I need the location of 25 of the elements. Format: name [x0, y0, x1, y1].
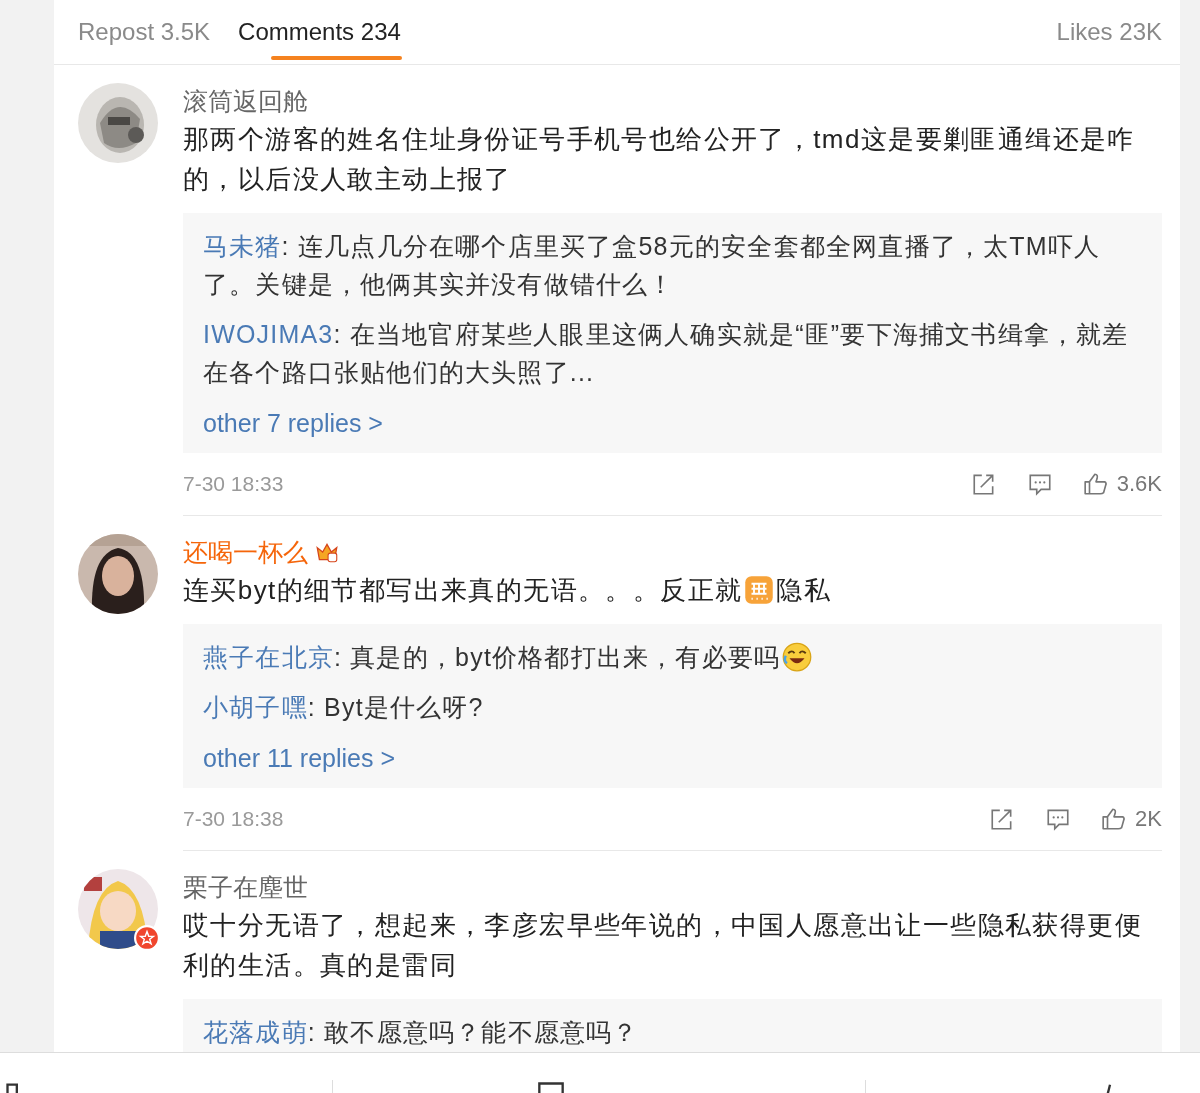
- reply-text: 马未猪: 连几点几分在哪个店里买了盒58元的安全套都全网直播了，太TM吓人了。关键是，他俩其实并没有做错什么！: [203, 232, 1101, 298]
- comment-text: 隐私: [776, 575, 832, 605]
- user-name[interactable]: 还喝一杯么: [183, 535, 308, 569]
- more-replies-link[interactable]: other 11 replies >: [203, 738, 396, 778]
- more-replies-link[interactable]: other 7 replies >: [203, 403, 383, 443]
- comment-text: 连买byt的细节都写出来真的无语。。。反正就: [183, 575, 743, 605]
- comment-text: 哎十分无语了，想起来，李彦宏早些年说的，中国人愿意出让一些隐私获得更便利的生活。真的是雷同: [183, 910, 1142, 980]
- thumbs-up-icon: [1101, 806, 1128, 832]
- comment-text: 那两个游客的姓名住址身份证号手机号也给公开了，tmd这是要剿匪通缉还是咋的，以后没人敢主动上报了: [183, 124, 1135, 194]
- timestamp: 7-30 18:38: [183, 807, 284, 831]
- like-button[interactable]: 2K: [1101, 806, 1162, 832]
- reply-text: 花落成萌: 敢不愿意吗？能不愿意吗？: [203, 1018, 639, 1046]
- square-emoji-icon: [744, 575, 775, 605]
- tab[interactable]: Likes 23K: [1056, 0, 1162, 64]
- user-name[interactable]: 滚筒返回舱: [183, 84, 308, 118]
- reply-text: IWOJIMA3: 在当地官府某些人眼里这俩人确实就是“匪”要下海捕文书缉拿，就差在各个路口张贴他们的大头照了...: [203, 320, 1129, 386]
- thumbs-up-icon: [1082, 471, 1109, 497]
- user-name[interactable]: 栗子在塵世: [183, 870, 308, 904]
- reply-text: 燕子在北京: 真是的，byt价格都打出来，有必要吗: [203, 643, 781, 671]
- like-button[interactable]: 3.6K: [1082, 471, 1162, 497]
- timestamp: 7-30 18:33: [183, 472, 284, 496]
- tab[interactable]: Repost 3.5K: [78, 0, 211, 64]
- tab[interactable]: Comments 234: [238, 0, 401, 64]
- reply-text: 小胡子嘿: Byt是什么呀?: [203, 693, 484, 721]
- laughing-emoji-icon: [782, 642, 813, 672]
